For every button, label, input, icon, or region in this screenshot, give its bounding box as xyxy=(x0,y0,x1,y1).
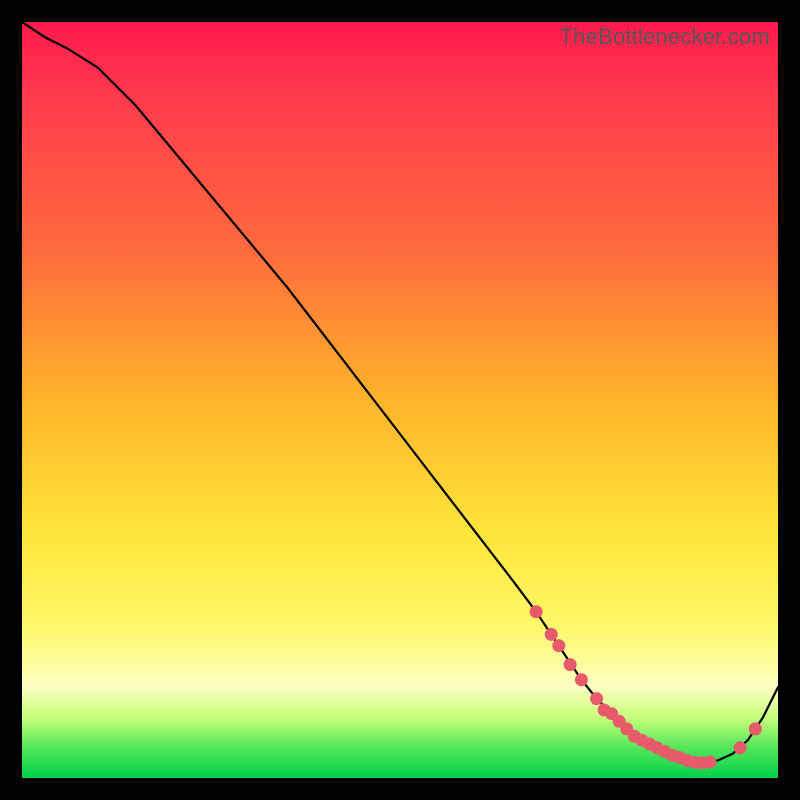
curve-marker xyxy=(552,639,565,652)
curve-marker xyxy=(545,628,558,641)
curve-markers xyxy=(530,605,762,769)
curve-marker xyxy=(530,605,543,618)
bottleneck-curve xyxy=(22,22,778,763)
plot-area: TheBottlenecker.com xyxy=(22,22,778,778)
curve-marker xyxy=(704,756,717,769)
curve-marker xyxy=(564,658,577,671)
curve-marker xyxy=(590,692,603,705)
curve-marker xyxy=(575,673,588,686)
curve-marker xyxy=(749,722,762,735)
curve-marker xyxy=(734,741,747,754)
curve-svg xyxy=(22,22,778,778)
chart-frame: TheBottlenecker.com xyxy=(0,0,800,800)
